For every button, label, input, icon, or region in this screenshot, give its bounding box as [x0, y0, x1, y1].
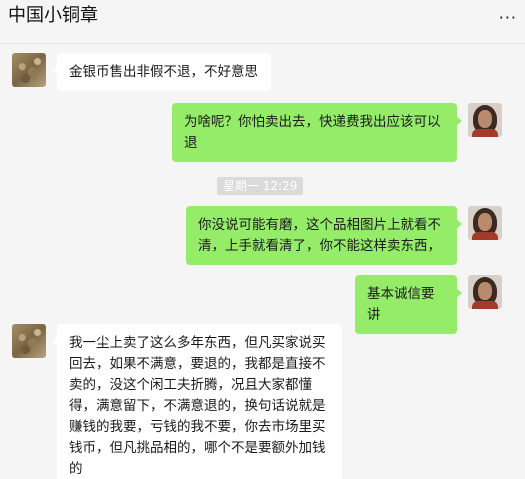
message-bubble-outgoing: 为啥呢？你怕卖出去，快递费我出应该可以退: [172, 103, 462, 162]
contact-avatar[interactable]: [12, 324, 46, 358]
user-avatar[interactable]: [468, 103, 502, 137]
message-bubble-outgoing: 基本诚信要讲: [355, 275, 462, 334]
chat-header: 中国小铜章 ···: [0, 0, 525, 44]
message-bubble-incoming: 我一尘上卖了这么多年东西，但凡买家说买回去，如果不满意，要退的，我都是直接不卖的…: [52, 324, 342, 479]
more-options-icon[interactable]: ···: [499, 10, 517, 26]
contact-avatar[interactable]: [12, 53, 46, 87]
chat-title: 中国小铜章: [8, 5, 98, 26]
message-bubble-outgoing: 你没说可能有磨，这个品相图片上就看不清，上手就看清了，你不能这样卖东西，: [186, 206, 462, 265]
user-avatar[interactable]: [468, 275, 502, 309]
timestamp-divider: 星期一 12:29: [217, 177, 304, 195]
message-bubble-incoming: 金银币售出非假不退，不好意思: [52, 53, 271, 91]
user-avatar[interactable]: [468, 206, 502, 240]
